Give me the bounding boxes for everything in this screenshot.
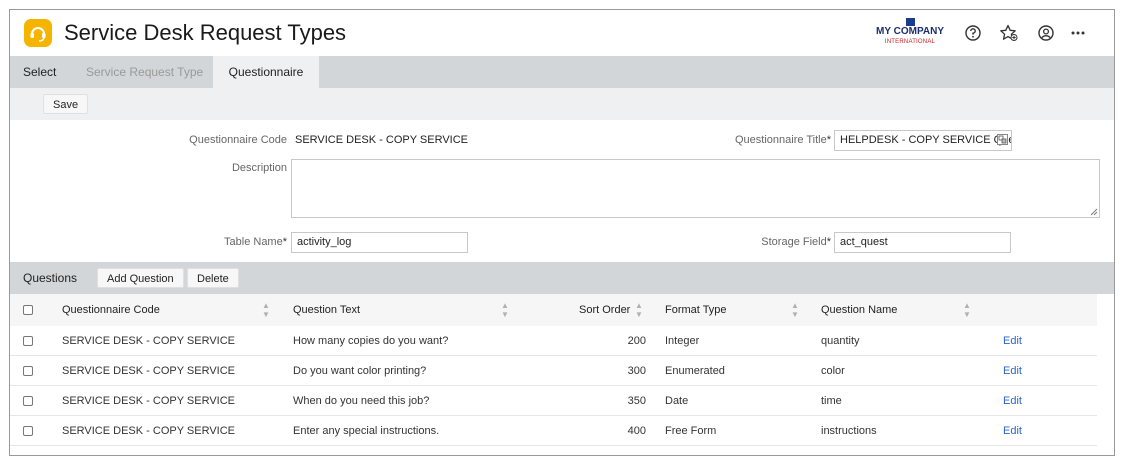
required-mark: *	[282, 236, 287, 248]
sort-icon[interactable]: ▲ ▼	[635, 294, 643, 326]
app-header: Service Desk Request Types MY COMPANY IN…	[10, 10, 1114, 56]
row-checkbox-cell	[23, 386, 33, 415]
add-question-button[interactable]: Add Question	[97, 268, 184, 288]
row-question-text: When do you need this job?	[293, 394, 430, 407]
storage-field-value: act_quest	[840, 236, 888, 248]
column-header-question-name[interactable]: Question Name	[821, 294, 897, 326]
page-title: Service Desk Request Types	[64, 20, 347, 45]
row-question-text: How many copies do you want?	[293, 334, 449, 347]
edit-link[interactable]: Edit	[1003, 386, 1022, 415]
row-question-name: instructions	[821, 424, 877, 437]
sort-icon[interactable]: ▲ ▼	[791, 294, 799, 326]
user-icon[interactable]	[1036, 23, 1056, 43]
row-format-type: Date	[665, 394, 689, 407]
row-format-type: Integer	[665, 334, 700, 347]
table-name-input[interactable]: activity_log	[291, 232, 468, 253]
translate-icon[interactable]	[997, 134, 1008, 145]
questionnaire-title-input[interactable]: HELPDESK - COPY SERVICE Questi	[834, 130, 1012, 151]
row-sort-order: 200	[627, 334, 646, 347]
row-sort-order: 400	[627, 424, 646, 437]
storage-field-label: Storage Field*	[670, 232, 831, 252]
headset-icon	[24, 19, 52, 47]
column-header-sort-order[interactable]: Sort Order	[579, 294, 630, 326]
questionnaire-title-label: Questionnaire Title*	[670, 130, 831, 150]
table-row: SERVICE DESK - COPY SERVICE Enter any sp…	[10, 416, 1097, 446]
questionnaire-code-value: SERVICE DESK - COPY SERVICE	[295, 134, 469, 146]
app-window: Service Desk Request Types MY COMPANY IN…	[9, 9, 1115, 456]
table-name-value: activity_log	[297, 236, 352, 248]
row-question-text: Do you want color printing?	[293, 364, 427, 377]
resize-handle-icon[interactable]	[1090, 208, 1098, 216]
tab-service-request-type[interactable]: Service Request Type	[86, 56, 203, 88]
row-checkbox-cell	[23, 416, 33, 445]
grid-header-row: Questionnaire Code ▲ ▼ Question Text ▲ ▼ S…	[10, 294, 1097, 326]
row-sort-order: 350	[627, 394, 646, 407]
storage-field-input[interactable]: act_quest	[834, 232, 1011, 253]
building-icon	[905, 18, 915, 26]
save-button[interactable]: Save	[43, 94, 89, 114]
table-row: SERVICE DESK - COPY SERVICE How many cop…	[10, 326, 1097, 356]
row-question-name: quantity	[821, 334, 860, 347]
questionnaire-title-label-text: Questionnaire Title	[735, 134, 827, 146]
favorites-icon[interactable]	[999, 23, 1019, 43]
questionnaire-title-value: HELPDESK - COPY SERVICE Questi	[840, 134, 1012, 146]
more-icon[interactable]	[1068, 23, 1088, 43]
row-checkbox[interactable]	[23, 365, 33, 376]
row-checkbox[interactable]	[23, 395, 33, 406]
row-questionnaire-code: SERVICE DESK - COPY SERVICE	[62, 334, 236, 347]
edit-link[interactable]: Edit	[1003, 356, 1022, 385]
table-name-label-text: Table Name	[224, 236, 283, 248]
row-question-text: Enter any special instructions.	[293, 424, 440, 437]
row-questionnaire-code: SERVICE DESK - COPY SERVICE	[62, 394, 236, 407]
select-all-checkbox-cell	[23, 294, 33, 326]
storage-field-label-text: Storage Field	[761, 236, 827, 248]
row-checkbox-cell	[23, 356, 33, 385]
column-header-question-text[interactable]: Question Text	[293, 294, 360, 326]
tab-bar: Select Service Request Type Questionnair…	[10, 56, 1114, 88]
company-subtitle: INTERNATIONAL	[884, 39, 936, 45]
table-name-label: Table Name*	[150, 232, 287, 252]
tab-questionnaire[interactable]: Questionnaire	[213, 56, 319, 88]
row-questionnaire-code: SERVICE DESK - COPY SERVICE	[62, 424, 236, 437]
row-checkbox[interactable]	[23, 335, 33, 346]
form-toolbar: Save	[10, 88, 1114, 120]
edit-link[interactable]: Edit	[1003, 326, 1022, 355]
questions-title: Questions	[23, 271, 78, 285]
table-row: SERVICE DESK - COPY SERVICE When do you …	[10, 386, 1097, 416]
delete-button[interactable]: Delete	[187, 268, 239, 288]
row-format-type: Enumerated	[665, 364, 725, 377]
column-header-questionnaire-code[interactable]: Questionnaire Code	[62, 294, 160, 326]
required-mark: *	[826, 236, 831, 248]
row-sort-order: 300	[627, 364, 646, 377]
sort-icon[interactable]: ▲ ▼	[501, 294, 509, 326]
description-textarea[interactable]	[291, 159, 1100, 218]
row-checkbox-cell	[23, 326, 33, 355]
table-row: SERVICE DESK - COPY SERVICE Do you want …	[10, 356, 1097, 386]
tab-select[interactable]: Select	[23, 56, 56, 88]
select-all-checkbox[interactable]	[23, 305, 33, 315]
questions-grid: Questionnaire Code ▲ ▼ Question Text ▲ ▼ S…	[10, 294, 1097, 446]
questions-panel-header: Questions Add Question Delete	[10, 262, 1114, 294]
row-checkbox[interactable]	[23, 425, 33, 436]
sort-icon[interactable]: ▲ ▼	[963, 294, 971, 326]
row-format-type: Free Form	[665, 424, 717, 437]
company-name: MY COMPANY	[876, 26, 944, 37]
questionnaire-code-label: Questionnaire Code	[189, 134, 287, 146]
required-mark: *	[826, 134, 831, 146]
row-question-name: time	[821, 394, 842, 407]
column-header-format-type[interactable]: Format Type	[665, 294, 727, 326]
help-icon[interactable]	[963, 23, 983, 43]
sort-icon[interactable]: ▲ ▼	[262, 294, 270, 326]
row-questionnaire-code: SERVICE DESK - COPY SERVICE	[62, 364, 236, 377]
company-logo: MY COMPANY INTERNATIONAL	[872, 18, 948, 48]
edit-link[interactable]: Edit	[1003, 416, 1022, 445]
description-value	[292, 160, 1099, 166]
row-question-name: color	[821, 364, 845, 377]
description-label: Description	[231, 162, 287, 174]
